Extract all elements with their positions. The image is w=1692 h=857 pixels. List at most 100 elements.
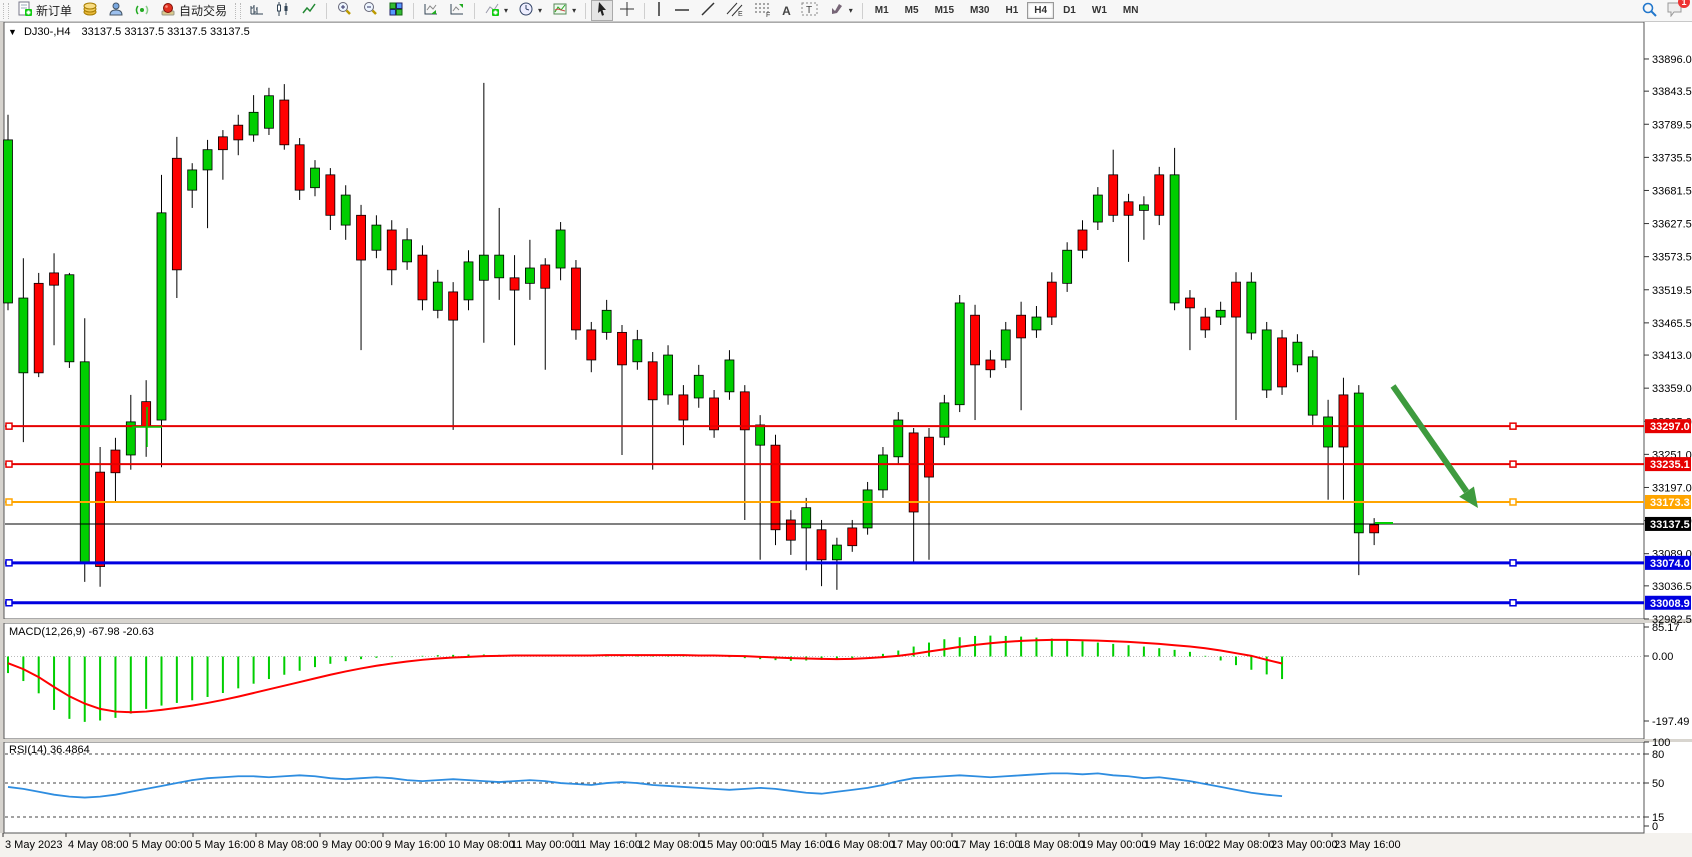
macd-tick-label: -197.49 (1652, 716, 1689, 728)
chart-canvas[interactable]: 33896.033843.533789.533735.533681.533627… (0, 0, 1692, 857)
dropdown-caret-icon: ▾ (504, 6, 508, 15)
chat-button[interactable]: 1 (1666, 1, 1684, 20)
bar-chart-icon (249, 1, 265, 20)
coins-icon (82, 1, 98, 20)
line-handle[interactable] (1510, 560, 1516, 566)
svg-text:E: E (738, 11, 743, 17)
arrows-icon (829, 1, 845, 20)
macd-panel[interactable] (4, 623, 1644, 739)
candle (65, 275, 74, 362)
crosshair-icon (619, 1, 635, 20)
time-tick-label: 11 May 16:00 (575, 839, 641, 851)
line-handle[interactable] (1510, 423, 1516, 429)
line-handle[interactable] (1510, 499, 1516, 505)
new-order-button[interactable]: 新订单 (13, 0, 76, 21)
line-handle[interactable] (6, 423, 12, 429)
horizontal-line-button[interactable] (670, 0, 694, 21)
candle (679, 395, 688, 420)
tab-timeframe-m5[interactable]: M5 (898, 2, 926, 19)
line-chart-icon (301, 1, 317, 20)
text-button[interactable]: A (778, 0, 795, 21)
candle (142, 402, 151, 427)
candle (556, 230, 565, 268)
rsi-indicator-label: RSI(14) 36.4864 (9, 744, 90, 756)
channel-button[interactable]: E (722, 0, 748, 21)
candle (295, 145, 304, 190)
candlestick-chart-button[interactable] (271, 0, 295, 21)
autotrading-button[interactable]: 自动交易 (156, 0, 231, 21)
vertical-line-button[interactable] (650, 0, 668, 21)
tab-timeframe-h4[interactable]: H4 (1027, 2, 1054, 19)
price-tick-label: 33843.5 (1652, 86, 1692, 98)
chart-shift-button[interactable] (445, 0, 469, 21)
time-tick-label: 5 May 16:00 (195, 839, 256, 851)
line-chart-button[interactable] (297, 0, 321, 21)
tile-windows-button[interactable] (384, 0, 408, 21)
price-tick-label: 33896.0 (1652, 54, 1692, 66)
candle (802, 508, 811, 528)
tab-timeframe-m30[interactable]: M30 (963, 2, 996, 19)
line-handle[interactable] (6, 560, 12, 566)
time-tick-label: 15 May 00:00 (701, 839, 768, 851)
candle (510, 278, 519, 290)
panel-splitter[interactable] (0, 739, 1692, 742)
candle (1339, 395, 1348, 447)
candle (925, 437, 934, 477)
candle (418, 255, 427, 300)
periods-button[interactable]: ▾ (514, 0, 546, 21)
candle (771, 445, 780, 530)
zoom-out-button[interactable] (358, 0, 382, 21)
candle (1124, 202, 1133, 215)
price-tick-label: 33197.0 (1652, 482, 1692, 494)
tab-timeframe-m15[interactable]: M15 (928, 2, 961, 19)
arrows-button[interactable]: ▾ (825, 0, 857, 21)
rsi-panel[interactable] (4, 742, 1644, 833)
signals-button[interactable] (130, 0, 154, 21)
vertical-line-icon (654, 1, 664, 20)
crosshair-button[interactable] (615, 0, 639, 21)
line-handle[interactable] (6, 461, 12, 467)
candle (172, 158, 181, 270)
candle (1139, 205, 1148, 211)
candle (495, 255, 504, 278)
time-tick-label: 16 May 08:00 (828, 839, 895, 851)
clock-icon (518, 1, 534, 20)
line-handle[interactable] (1510, 600, 1516, 606)
line-handle[interactable] (1510, 461, 1516, 467)
text-label-button[interactable]: T (797, 0, 823, 21)
price-label-text: 33074.0 (1650, 558, 1690, 570)
line-handle[interactable] (6, 600, 12, 606)
time-tick-label: 18 May 08:00 (1018, 839, 1085, 851)
candle (756, 425, 765, 445)
candle (479, 255, 488, 280)
indicators-icon (484, 1, 500, 20)
tab-timeframe-w1[interactable]: W1 (1085, 2, 1114, 19)
toolbar-grip[interactable] (235, 3, 241, 19)
candle (188, 170, 197, 190)
toolbar-grip[interactable] (3, 3, 9, 19)
candle (264, 96, 273, 128)
macd-tick-label: 0.00 (1652, 651, 1673, 663)
tab-timeframe-m1[interactable]: M1 (868, 2, 896, 19)
zoom-in-button[interactable] (332, 0, 356, 21)
bar-chart-button[interactable] (245, 0, 269, 21)
tab-timeframe-d1[interactable]: D1 (1056, 2, 1083, 19)
tab-timeframe-h1[interactable]: H1 (998, 2, 1025, 19)
candle (1262, 330, 1271, 390)
line-handle[interactable] (6, 499, 12, 505)
trendline-button[interactable] (696, 0, 720, 21)
cursor-button[interactable] (591, 0, 613, 21)
indicators-button[interactable]: ▾ (480, 0, 512, 21)
time-tick-label: 23 May 00:00 (1271, 839, 1338, 851)
panel-splitter[interactable] (0, 619, 1692, 623)
auto-scroll-button[interactable] (419, 0, 443, 21)
profile-button[interactable] (104, 0, 128, 21)
candle (157, 213, 166, 420)
fibonacci-button[interactable]: F (750, 0, 776, 21)
tab-timeframe-mn[interactable]: MN (1116, 2, 1146, 19)
search-button[interactable] (1641, 1, 1658, 21)
chart-menu-icon[interactable]: ▼ (8, 27, 17, 37)
templates-button[interactable]: ▾ (548, 0, 580, 21)
coins-button[interactable] (78, 0, 102, 21)
candle (1001, 330, 1010, 360)
